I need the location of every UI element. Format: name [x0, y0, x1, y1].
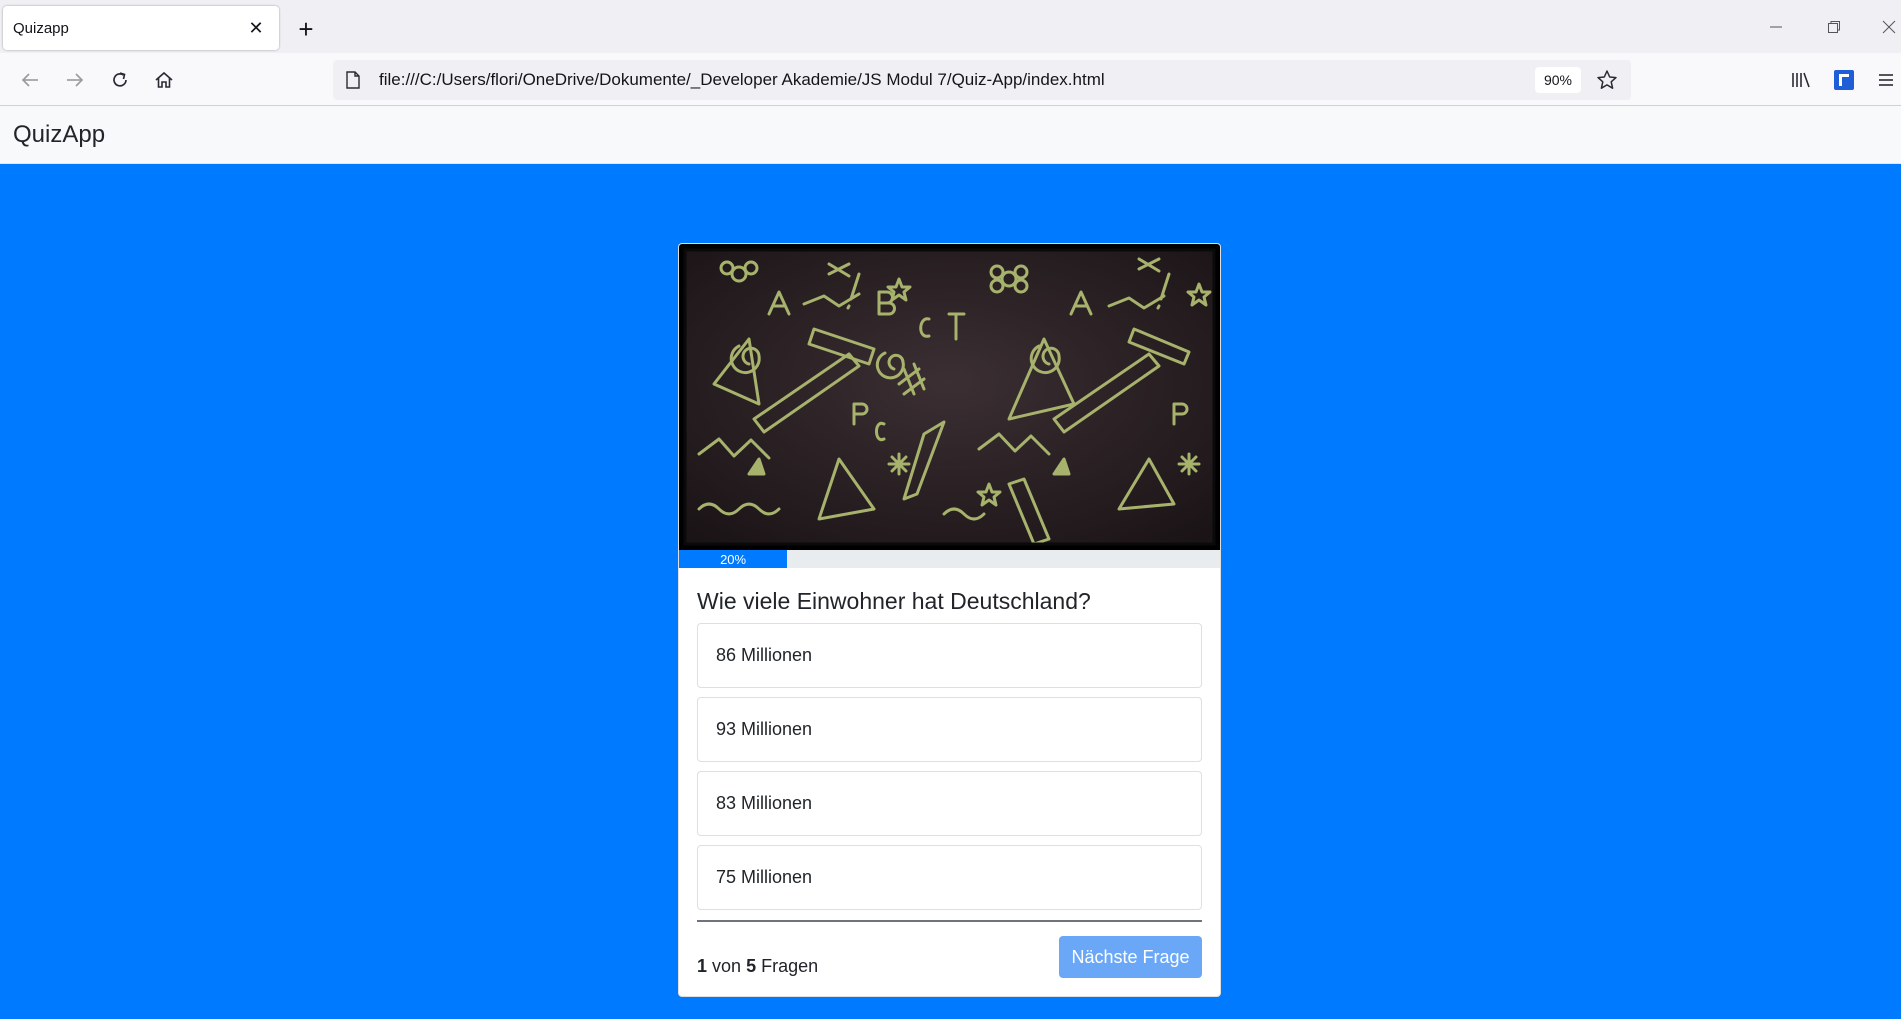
- counter-suffix: Fragen: [761, 956, 819, 976]
- progress-bar: 20%: [679, 550, 788, 568]
- close-window-icon[interactable]: [1866, 10, 1901, 44]
- counter-separator: von: [712, 956, 742, 976]
- next-question-button[interactable]: Nächste Frage: [1059, 936, 1202, 978]
- progress-track: 20%: [679, 550, 1220, 568]
- answer-option-1[interactable]: 86 Millionen: [697, 623, 1202, 688]
- tab-title: Quizapp: [13, 19, 69, 37]
- app-navbar: QuizApp: [0, 106, 1901, 164]
- answer-label: 86 Millionen: [716, 645, 813, 665]
- answer-option-2[interactable]: 93 Millionen: [697, 697, 1202, 762]
- quiz-header-image: [679, 244, 1220, 550]
- bookmark-star-icon[interactable]: [1591, 64, 1623, 96]
- address-bar[interactable]: file:///C:/Users/flori/OneDrive/Dokument…: [333, 60, 1631, 100]
- back-icon[interactable]: [14, 64, 46, 96]
- close-tab-icon[interactable]: ✕: [243, 15, 269, 41]
- question-counter: 1 von 5 Fragen: [697, 956, 818, 977]
- browser-tabbar: Quizapp ✕ +: [0, 0, 1901, 53]
- answer-label: 83 Millionen: [716, 793, 813, 813]
- library-icon[interactable]: [1785, 64, 1817, 96]
- quiz-card: 20% Wie viele Einwohner hat Deutschland?…: [678, 243, 1221, 997]
- total-questions-number: 5: [746, 956, 757, 976]
- answer-label: 93 Millionen: [716, 719, 813, 739]
- brand-logo[interactable]: QuizApp: [13, 121, 105, 149]
- answer-label: 75 Millionen: [716, 867, 813, 887]
- minimize-icon[interactable]: [1753, 10, 1799, 44]
- reload-icon[interactable]: [104, 64, 136, 96]
- home-icon[interactable]: [148, 64, 180, 96]
- zoom-level[interactable]: 90%: [1534, 67, 1581, 93]
- browser-navbar: file:///C:/Users/flori/OneDrive/Dokument…: [0, 53, 1901, 106]
- question-title: Wie viele Einwohner hat Deutschland?: [697, 588, 1091, 614]
- page-icon: [333, 60, 373, 100]
- new-tab-icon[interactable]: +: [291, 14, 321, 44]
- extension-icon[interactable]: [1828, 64, 1860, 96]
- restore-icon[interactable]: [1811, 10, 1857, 44]
- footer-divider: [697, 920, 1202, 922]
- answer-option-4[interactable]: 75 Millionen: [697, 845, 1202, 910]
- answer-option-3[interactable]: 83 Millionen: [697, 771, 1202, 836]
- current-question-number: 1: [697, 956, 708, 976]
- browser-tab[interactable]: Quizapp ✕: [3, 6, 279, 50]
- menu-icon[interactable]: [1870, 64, 1901, 96]
- url-text[interactable]: file:///C:/Users/flori/OneDrive/Dokument…: [373, 70, 1535, 90]
- forward-icon[interactable]: [59, 64, 91, 96]
